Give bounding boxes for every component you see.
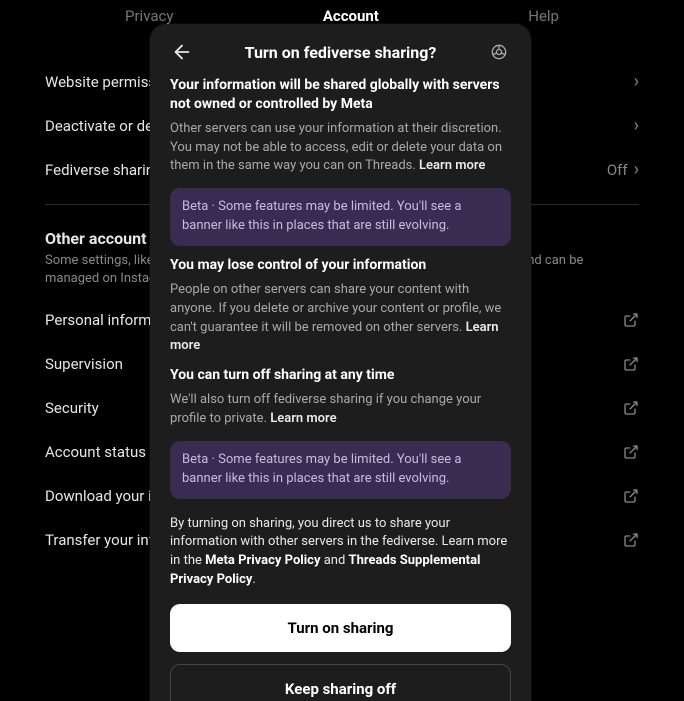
external-link-icon xyxy=(623,356,639,372)
fediverse-icon-button[interactable] xyxy=(487,40,511,64)
keep-sharing-off-button[interactable]: Keep sharing off xyxy=(170,664,511,701)
learn-more-link[interactable]: Learn more xyxy=(419,158,485,173)
modal-paragraph-3: We'll also turn off fediverse sharing if… xyxy=(170,391,511,429)
tab-account[interactable]: Account xyxy=(323,7,379,25)
external-link-icon xyxy=(623,400,639,416)
external-link-icon xyxy=(623,444,639,460)
modal-paragraph-1: Other servers can use your information a… xyxy=(170,120,511,177)
row-value: Off xyxy=(607,161,628,179)
chevron-right-icon: › xyxy=(634,117,639,135)
chevron-right-icon: › xyxy=(634,161,639,179)
modal-heading-2: You may lose control of your information xyxy=(170,256,511,275)
external-link-icon xyxy=(623,312,639,328)
modal-paragraph-2: People on other servers can share your c… xyxy=(170,281,511,356)
external-link-icon xyxy=(623,488,639,504)
row-label: Security xyxy=(45,399,99,417)
modal-heading-1: Your information will be shared globally… xyxy=(170,76,511,114)
modal-heading-3: You can turn off sharing at any time xyxy=(170,366,511,385)
external-link-icon xyxy=(623,532,639,548)
row-label: Account status xyxy=(45,443,146,461)
arrow-left-icon xyxy=(171,41,193,63)
meta-privacy-policy-link[interactable]: Meta Privacy Policy xyxy=(205,553,320,568)
chevron-right-icon: › xyxy=(634,73,639,91)
turn-on-sharing-button[interactable]: Turn on sharing xyxy=(170,604,511,652)
beta-banner: Beta · Some features may be limited. You… xyxy=(170,441,511,499)
learn-more-link[interactable]: Learn more xyxy=(270,411,336,426)
fediverse-modal: Turn on fediverse sharing? Your informat… xyxy=(150,24,531,701)
modal-title: Turn on fediverse sharing? xyxy=(194,43,487,62)
tab-privacy[interactable]: Privacy xyxy=(125,7,173,25)
tab-help[interactable]: Help xyxy=(528,7,559,25)
row-label: Fediverse sharing xyxy=(45,161,162,179)
beta-banner: Beta · Some features may be limited. You… xyxy=(170,188,511,246)
modal-footer-text: By turning on sharing, you direct us to … xyxy=(170,515,511,590)
row-label: Supervision xyxy=(45,355,123,373)
fediverse-icon xyxy=(489,42,509,62)
back-button[interactable] xyxy=(170,40,194,64)
